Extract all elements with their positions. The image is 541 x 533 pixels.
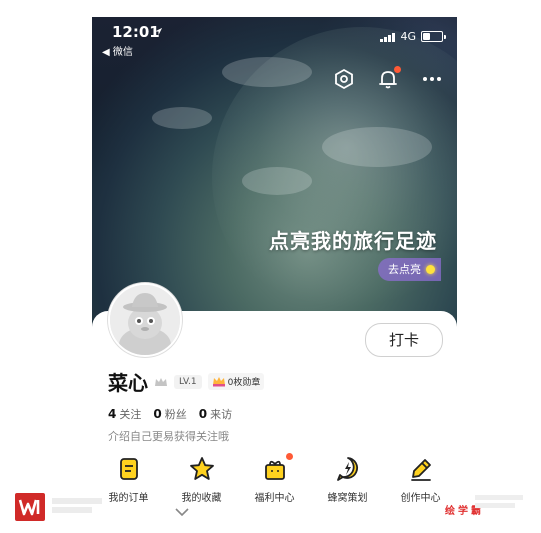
medal-badge[interactable]: 0枚勋章 <box>207 373 265 390</box>
menu-hive-planning[interactable]: 蜂窝策划 <box>313 455 383 504</box>
watermark-logo <box>15 493 45 521</box>
profile-card: 打卡 菜心 LV.1 0枚勋章 4 关注 0 粉丝 0 来访 介绍自己更易获得关注哦 <box>92 283 457 533</box>
watermark-faint-text <box>52 495 112 516</box>
network-type: 4G <box>400 30 416 43</box>
stat-following[interactable]: 4 关注 <box>108 406 141 422</box>
cloud-decoration <box>242 167 312 195</box>
location-arrow-icon <box>154 27 163 36</box>
avatar[interactable] <box>108 283 182 357</box>
light-up-button[interactable]: 去点亮 <box>378 258 441 281</box>
signal-icon <box>380 32 396 42</box>
gift-icon <box>264 460 285 480</box>
cloud-decoration <box>322 127 432 167</box>
username: 菜心 <box>108 371 148 395</box>
pen-icon <box>410 459 431 481</box>
phone-screen: 12:01 ◀ 微信 4G 点亮我的旅行足迹 去点亮 打卡 菜心 LV.1 0枚… <box>92 17 457 533</box>
cloud-decoration <box>222 57 312 87</box>
menu-benefits-center[interactable]: 福利中心 <box>240 453 310 504</box>
hero-title: 点亮我的旅行足迹 <box>269 229 437 253</box>
cloud-decoration <box>152 107 212 129</box>
stat-followers[interactable]: 0 粉丝 <box>153 406 186 422</box>
light-up-label: 去点亮 <box>388 263 421 276</box>
lightning-bubble-icon <box>336 457 358 481</box>
bio-prompt[interactable]: 介绍自己更易获得关注哦 <box>108 428 229 444</box>
medal-crown-icon <box>212 377 225 387</box>
checkin-button[interactable]: 打卡 <box>365 323 443 357</box>
more-dots-icon[interactable] <box>421 68 443 90</box>
menu-creation-center[interactable]: 创作中心 <box>386 455 456 504</box>
stat-visitors[interactable]: 0 来访 <box>199 406 232 422</box>
battery-icon <box>421 31 446 42</box>
notification-dot <box>394 66 401 73</box>
quick-menu: 我的订单 我的收藏 福利中心 蜂窝策划 创作中心 <box>92 453 457 504</box>
medal-count: 0枚勋章 <box>227 378 261 388</box>
watermark-faint-text <box>475 492 530 511</box>
crown-icon[interactable] <box>154 376 168 388</box>
stats-row: 4 关注 0 粉丝 0 来访 <box>108 406 232 422</box>
status-bar: 12:01 ◀ 微信 4G <box>92 17 457 58</box>
notification-dot <box>285 453 293 460</box>
bell-icon[interactable] <box>377 66 401 90</box>
glow-dot-icon <box>426 265 435 274</box>
settings-hexagon-icon[interactable] <box>333 68 355 90</box>
menu-my-favorites[interactable]: 我的收藏 <box>167 455 237 504</box>
order-icon <box>119 458 138 480</box>
level-badge[interactable]: LV.1 <box>174 374 202 389</box>
star-icon <box>189 457 214 480</box>
status-time: 12:01 <box>112 23 160 41</box>
back-to-wechat-link[interactable]: ◀ 微信 <box>102 43 133 58</box>
chevron-down-icon[interactable] <box>175 508 189 516</box>
